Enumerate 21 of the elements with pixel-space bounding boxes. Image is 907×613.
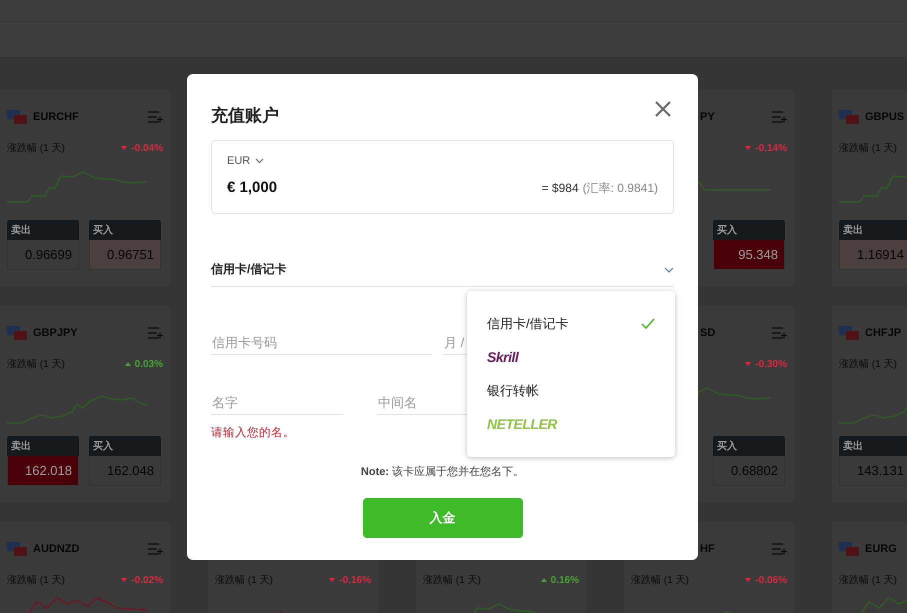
change-percent: -0.04%	[131, 142, 163, 154]
converted-amount: = $984	[542, 181, 579, 195]
price-label: 买入	[89, 436, 161, 456]
price-label: 买入	[713, 436, 785, 456]
exchange-rate: (汇率: 0.9841)	[582, 181, 658, 195]
price-label: 卖出	[839, 436, 907, 456]
change-percent: -0.02%	[131, 574, 163, 586]
price-label: 卖出	[7, 436, 79, 456]
change-percent: 0.03%	[134, 358, 163, 370]
price-label: 买入	[713, 220, 785, 240]
change-percent: -0.16%	[339, 574, 371, 586]
change-percent: 0.16%	[550, 574, 579, 586]
change-percent: -0.06%	[755, 574, 787, 586]
price-label: 买入	[89, 220, 161, 240]
dialog-title: 充值账户	[211, 105, 279, 127]
note-text: Note: 该卡应属于您并在您名下。	[360, 464, 524, 479]
change-percent: -0.14%	[755, 142, 787, 154]
price-label: 卖出	[839, 220, 907, 240]
price-label: 卖出	[7, 220, 79, 240]
error-message: 请输入您的名。	[211, 426, 295, 440]
change-percent: -0.30%	[755, 358, 787, 370]
